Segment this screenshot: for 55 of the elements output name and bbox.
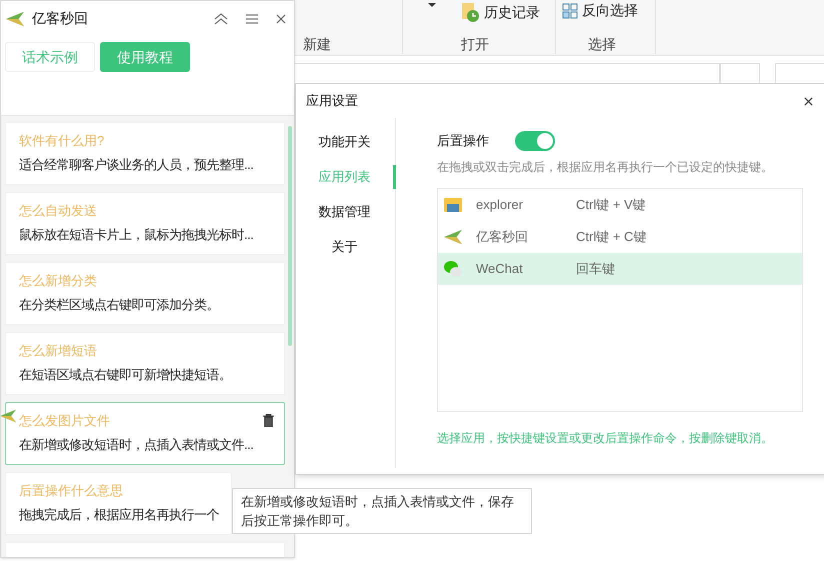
- card-text: 鼠标放在短语卡片上，鼠标为拖拽光标时...: [19, 226, 254, 244]
- toggle-switch[interactable]: [515, 131, 555, 151]
- panel-title: 亿客秒回: [32, 9, 88, 28]
- dropdown-caret-icon: [428, 3, 436, 7]
- ribbon-group-label: 新建: [303, 35, 331, 54]
- menu-icon[interactable]: [246, 14, 258, 24]
- nav-item[interactable]: 关于: [296, 235, 396, 259]
- ribbon-command[interactable]: 反向选择: [582, 0, 638, 21]
- folder-icon: [444, 197, 462, 213]
- card-text: 在分类栏区域点右键即可添加分类。: [19, 296, 219, 314]
- trash-icon[interactable]: [263, 414, 274, 428]
- collapse-icon[interactable]: [214, 12, 228, 24]
- card-title: 怎么新增短语: [19, 342, 97, 360]
- app-row[interactable]: explorer Ctrl键 + V键: [438, 189, 802, 221]
- paper-plane-icon: [6, 10, 24, 26]
- card-text: 在新增或修改短语时，点插入表情或文件...: [19, 436, 254, 454]
- setting-description: 在拖拽或双击完成后，根据应用名再执行一个已设定的快捷键。: [437, 159, 773, 176]
- card-title: 怎么自动发送: [19, 202, 97, 220]
- card-title: 怎么新增分类: [19, 272, 97, 290]
- phrase-card[interactable]: 怎么新增短语 在短语区域点右键即可新增快捷短语。: [5, 332, 285, 395]
- close-icon[interactable]: [276, 14, 286, 24]
- phrase-card[interactable]: 怎么自动发送 鼠标放在短语卡片上，鼠标为拖拽光标时...: [5, 192, 285, 255]
- phrase-card[interactable]: 怎么新增分类 在分类栏区域点右键即可添加分类。: [5, 262, 285, 325]
- nav-item[interactable]: 功能开关: [296, 130, 396, 154]
- card-text: 适合经常聊客户谈业务的人员，预先整理...: [19, 156, 254, 174]
- app-row[interactable]: 亿客秒回 Ctrl键 + C键: [438, 221, 802, 253]
- scrollbar-thumb[interactable]: [288, 126, 292, 346]
- close-icon[interactable]: [804, 96, 813, 106]
- hint-text: 选择应用，按快捷键设置或更改后置操作命令，按删除键取消。: [437, 430, 773, 447]
- shortcut-text: 回车键: [576, 260, 615, 278]
- card-text: 在短语区域点右键即可新增快捷短语。: [19, 366, 232, 384]
- chat-bubbles-icon: [444, 261, 462, 277]
- nav-item[interactable]: 数据管理: [296, 200, 396, 224]
- select-grid-icon: [562, 2, 578, 18]
- setting-label: 后置操作: [437, 132, 489, 150]
- ribbon-group-label: 选择: [588, 35, 616, 54]
- ribbon-group-label: 打开: [461, 35, 489, 54]
- card-title: 软件有什么用?: [19, 132, 104, 150]
- app-name: WeChat: [476, 260, 524, 278]
- phrase-card[interactable]: 软件有什么用? 适合经常聊客户谈业务的人员，预先整理...: [5, 122, 285, 185]
- app-name: 亿客秒回: [476, 228, 529, 246]
- card-text: 拖拽完成后，根据应用名再执行一个: [19, 506, 219, 524]
- dialog-title: 应用设置: [306, 92, 358, 110]
- ribbon-command[interactable]: 历史记录: [484, 2, 540, 23]
- paper-plane-icon: [1, 409, 16, 423]
- app-row[interactable]: WeChat 回车键: [438, 253, 802, 285]
- paper-plane-icon: [444, 229, 462, 245]
- card-title: 后置操作什么意思: [19, 482, 123, 500]
- card-title: 怎么发图片文件: [19, 412, 110, 430]
- phrase-card[interactable]: 后置操作什么意思 拖拽完成后，根据应用名再执行一个: [5, 472, 232, 535]
- tooltip: 在新增或修改短语时，点插入表情或文件，保存 后按正常操作即可。: [232, 488, 532, 534]
- folder-clock-icon: [462, 2, 480, 22]
- shortcut-text: Ctrl键 + C键: [576, 228, 646, 246]
- app-name: explorer: [476, 196, 524, 214]
- shortcut-text: Ctrl键 + V键: [576, 196, 646, 214]
